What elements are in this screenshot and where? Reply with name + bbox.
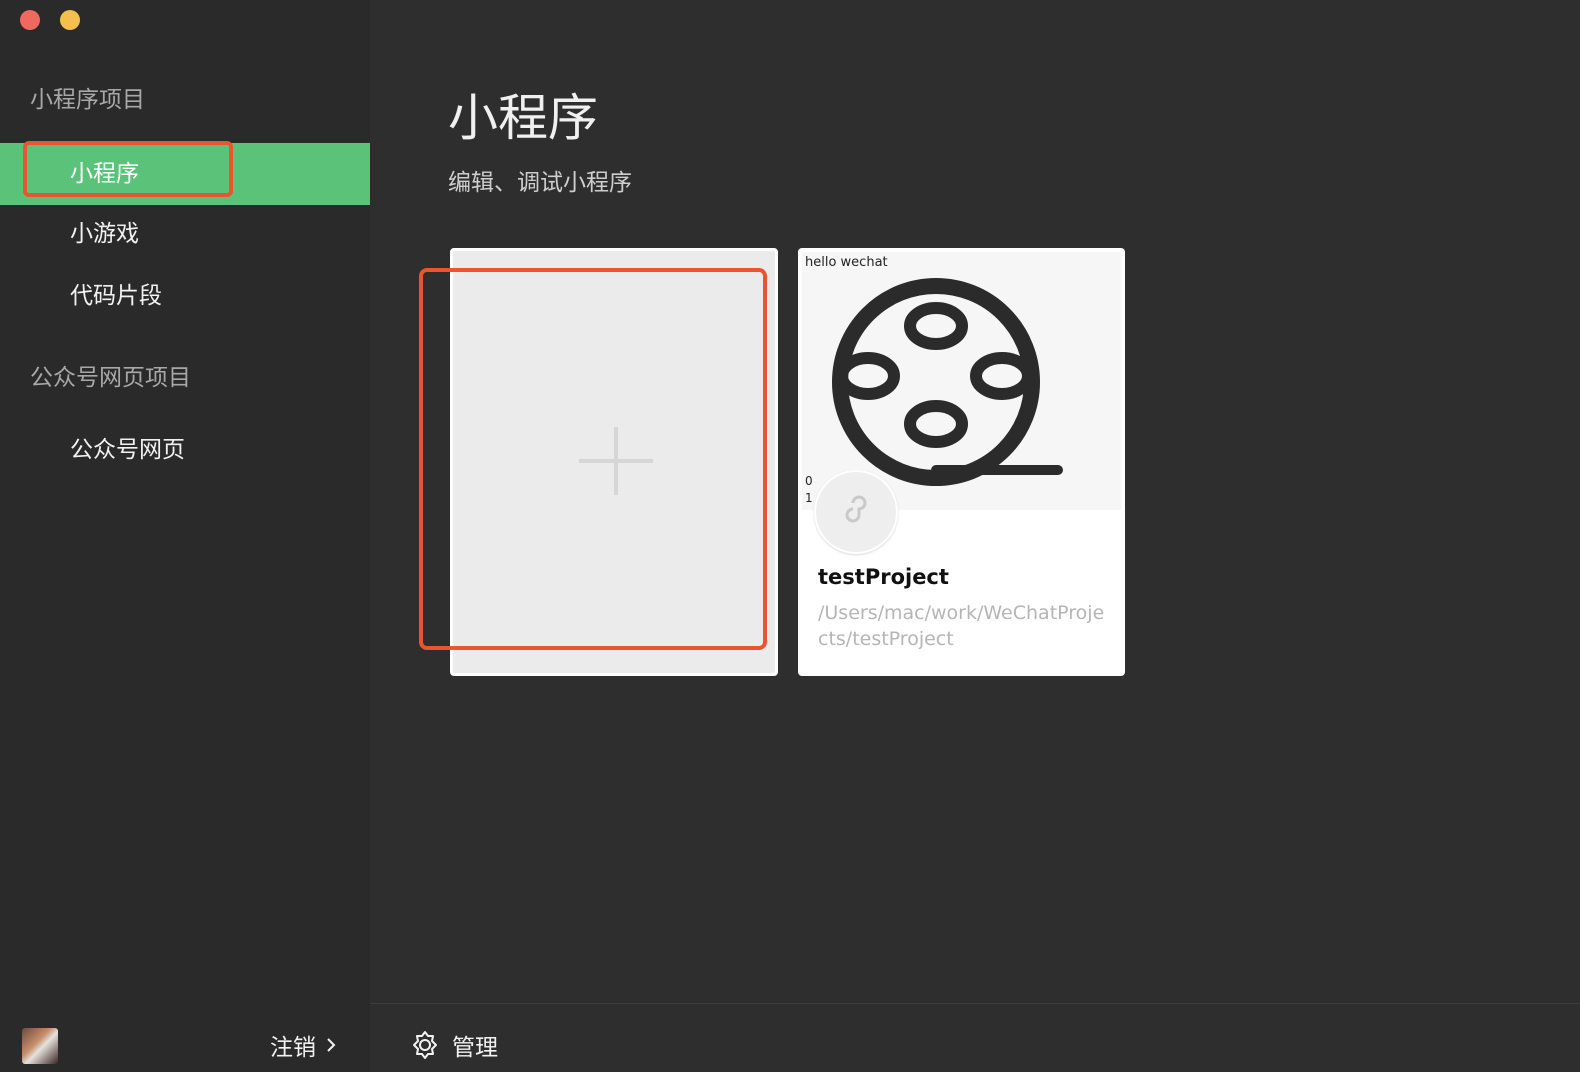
- film-reel-icon: [832, 278, 1063, 486]
- sidebar-item-official-account-web[interactable]: 公众号网页: [0, 419, 370, 481]
- sidebar-item-label: 公众号网页: [70, 437, 185, 463]
- section-title-official-account-projects: 公众号网页项目: [30, 365, 191, 391]
- logout-button[interactable]: 注销: [270, 1028, 336, 1062]
- sidebar: 小程序项目 小程序 小游戏 代码片段 公众号网页项目 公众号网页 注销: [0, 0, 370, 1072]
- gear-icon: [413, 1031, 437, 1059]
- plus-icon: [614, 427, 618, 495]
- project-name: testProject: [818, 565, 949, 589]
- project-path: /Users/mac/work/WeChatProjects/testProje…: [818, 602, 1105, 650]
- sidebar-item-label: 代码片段: [70, 283, 162, 309]
- logout-label: 注销: [270, 1035, 316, 1061]
- bottom-bar: 管理: [370, 1003, 1580, 1072]
- page-subtitle: 编辑、调试小程序: [448, 170, 632, 196]
- sidebar-item-label: 小游戏: [70, 221, 139, 247]
- new-project-card[interactable]: [450, 248, 778, 676]
- sidebar-item-label: 小程序: [70, 161, 139, 187]
- manage-label: 管理: [452, 1035, 498, 1061]
- sidebar-footer: 注销: [0, 1002, 370, 1072]
- page-title: 小程序: [448, 89, 598, 147]
- sidebar-item-minigame[interactable]: 小游戏: [0, 203, 370, 265]
- close-window-button[interactable]: [20, 10, 40, 30]
- preview-small-text: 1: [805, 491, 813, 505]
- manage-button[interactable]: 管理: [410, 1028, 498, 1062]
- minimize-window-button[interactable]: [60, 10, 80, 30]
- link-icon: [845, 495, 867, 523]
- sidebar-item-miniprogram[interactable]: 小程序: [0, 143, 370, 205]
- preview-small-text: 0: [805, 474, 813, 488]
- chevron-right-icon: [327, 1038, 336, 1052]
- miniprogram-logo-icon: [814, 470, 898, 554]
- section-title-miniprogram-projects: 小程序项目: [30, 87, 145, 113]
- sidebar-item-code-snippets[interactable]: 代码片段: [0, 265, 370, 327]
- project-card[interactable]: hello wechat 0 1 testProject /Users/mac/…: [798, 248, 1125, 676]
- avatar[interactable]: [22, 1028, 58, 1064]
